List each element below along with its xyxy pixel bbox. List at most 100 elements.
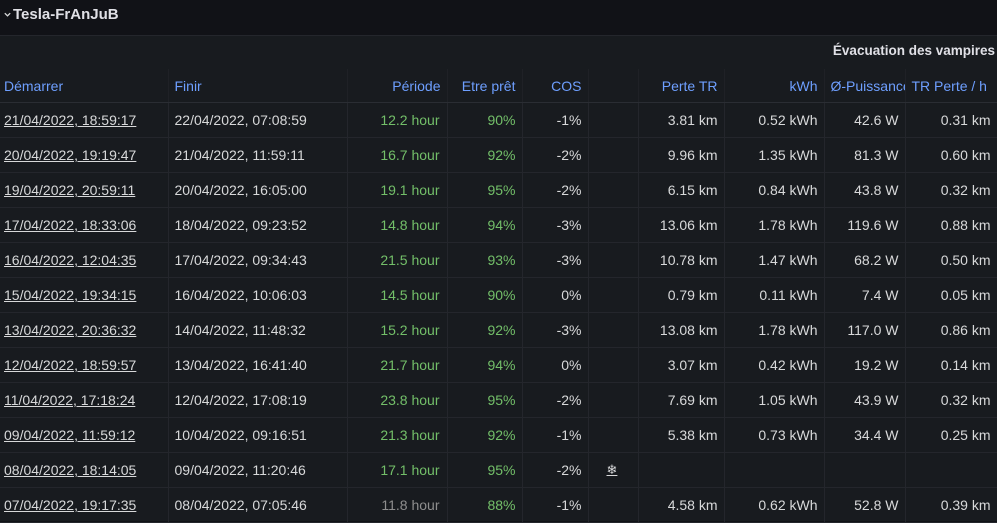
column-header-end[interactable]: Finir [168, 69, 348, 103]
start-cell[interactable]: 16/04/2022, 12:04:35 [0, 242, 169, 278]
cos-cell: -2% [522, 382, 589, 418]
avg-power-cell: 43.8 W [824, 172, 906, 208]
loss-tr-cell: 6.15 km [638, 172, 725, 208]
charging-icon-cell [588, 242, 639, 278]
loss-tr-cell: 13.06 km [638, 207, 725, 243]
chevron-down-icon[interactable] [2, 10, 12, 19]
avg-power-cell: 7.4 W [824, 277, 906, 313]
table-row: 20/04/2022, 19:19:47 21/04/2022, 11:59:11… [0, 137, 997, 173]
loss-tr-cell: 3.81 km [638, 102, 725, 138]
end-cell: 09/04/2022, 11:20:46 [168, 452, 348, 488]
avg-power-cell: 81.3 W [824, 137, 906, 173]
start-cell[interactable]: 11/04/2022, 17:18:24 [0, 382, 169, 418]
start-cell[interactable]: 09/04/2022, 11:59:12 [0, 417, 169, 453]
charging-icon-cell [588, 172, 639, 208]
ready-cell: 92% [447, 137, 523, 173]
loss-tr-cell: 9.96 km [638, 137, 725, 173]
period-cell: 19.1 hour [347, 172, 448, 208]
tr-loss-per-hour-cell: 0.50 km [905, 242, 997, 278]
period-cell: 16.7 hour [347, 137, 448, 173]
kwh-cell: 1.05 kWh [724, 382, 825, 418]
start-cell[interactable]: 12/04/2022, 18:59:57 [0, 347, 169, 383]
table-row: 11/04/2022, 17:18:24 12/04/2022, 17:08:19… [0, 382, 997, 418]
kwh-cell: 0.11 kWh [724, 277, 825, 313]
kwh-cell: 1.78 kWh [724, 207, 825, 243]
tr-loss-per-hour-cell: 0.31 km [905, 102, 997, 138]
kwh-cell: 0.73 kWh [724, 417, 825, 453]
cos-cell: -1% [522, 102, 589, 138]
ready-cell: 95% [447, 172, 523, 208]
end-cell: 10/04/2022, 09:16:51 [168, 417, 348, 453]
table-row: 15/04/2022, 19:34:15 16/04/2022, 10:06:03… [0, 277, 997, 313]
charging-icon-cell [588, 277, 639, 313]
start-cell[interactable]: 17/04/2022, 18:33:06 [0, 207, 169, 243]
loss-tr-cell: 4.58 km [638, 487, 725, 523]
period-cell: 21.5 hour [347, 242, 448, 278]
start-cell[interactable]: 08/04/2022, 18:14:05 [0, 452, 169, 488]
dashboard-row-header[interactable]: Tesla-FrAnJuB [0, 0, 997, 28]
column-header-icon[interactable] [588, 69, 639, 103]
kwh-cell: 1.78 kWh [724, 312, 825, 348]
loss-tr-cell: 5.38 km [638, 417, 725, 453]
cos-cell: 0% [522, 347, 589, 383]
kwh-cell: 1.47 kWh [724, 242, 825, 278]
avg-power-cell: 43.9 W [824, 382, 906, 418]
period-cell: 14.8 hour [347, 207, 448, 243]
start-cell[interactable]: 15/04/2022, 19:34:15 [0, 277, 169, 313]
cos-cell: -2% [522, 172, 589, 208]
ready-cell: 95% [447, 452, 523, 488]
start-cell[interactable]: 21/04/2022, 18:59:17 [0, 102, 169, 138]
period-cell: 12.2 hour [347, 102, 448, 138]
loss-tr-cell: 13.08 km [638, 312, 725, 348]
avg-power-cell [824, 452, 906, 488]
ready-cell: 93% [447, 242, 523, 278]
charging-icon-cell [588, 207, 639, 243]
tr-loss-per-hour-cell: 0.39 km [905, 487, 997, 523]
table-row: 07/04/2022, 19:17:35 08/04/2022, 07:05:46… [0, 487, 997, 523]
row-title[interactable]: Tesla-FrAnJuB [13, 6, 119, 23]
column-header-ready[interactable]: Etre prêt [447, 69, 523, 103]
table-row: 17/04/2022, 18:33:06 18/04/2022, 09:23:52… [0, 207, 997, 243]
period-cell: 15.2 hour [347, 312, 448, 348]
tr-loss-per-hour-cell: 0.05 km [905, 277, 997, 313]
period-cell: 14.5 hour [347, 277, 448, 313]
ready-cell: 90% [447, 277, 523, 313]
cos-cell: -2% [522, 137, 589, 173]
kwh-cell: 0.52 kWh [724, 102, 825, 138]
column-header-avg-power[interactable]: Ø-Puissance [824, 69, 906, 103]
end-cell: 08/04/2022, 07:05:46 [168, 487, 348, 523]
kwh-cell: 1.35 kWh [724, 137, 825, 173]
start-cell[interactable]: 19/04/2022, 20:59:11 [0, 172, 169, 208]
column-header-period[interactable]: Période [347, 69, 448, 103]
tr-loss-per-hour-cell: 0.88 km [905, 207, 997, 243]
table-body: 21/04/2022, 18:59:17 22/04/2022, 07:08:59… [0, 102, 997, 523]
column-header-loss-tr[interactable]: Perte TR [638, 69, 725, 103]
end-cell: 12/04/2022, 17:08:19 [168, 382, 348, 418]
column-header-kwh[interactable]: kWh [724, 69, 825, 103]
start-cell[interactable]: 07/04/2022, 19:17:35 [0, 487, 169, 523]
period-cell: 23.8 hour [347, 382, 448, 418]
snowflake-icon[interactable]: ❄ [588, 452, 639, 488]
column-header-start[interactable]: Démarrer [0, 69, 169, 103]
charging-icon-cell [588, 137, 639, 173]
table-row: 16/04/2022, 12:04:35 17/04/2022, 09:34:43… [0, 242, 997, 278]
table-row: 09/04/2022, 11:59:12 10/04/2022, 09:16:51… [0, 417, 997, 453]
avg-power-cell: 42.6 W [824, 102, 906, 138]
start-cell[interactable]: 13/04/2022, 20:36:32 [0, 312, 169, 348]
column-header-tr-loss-per-hour[interactable]: TR Perte / h [905, 69, 997, 103]
end-cell: 16/04/2022, 10:06:03 [168, 277, 348, 313]
tr-loss-per-hour-cell: 0.32 km [905, 172, 997, 208]
column-header-cos[interactable]: COS [522, 69, 589, 103]
panel-title[interactable]: Évacuation des vampires [833, 43, 995, 58]
start-cell[interactable]: 20/04/2022, 19:19:47 [0, 137, 169, 173]
loss-tr-cell [638, 452, 725, 488]
cos-cell: -3% [522, 207, 589, 243]
avg-power-cell: 19.2 W [824, 347, 906, 383]
period-cell: 21.7 hour [347, 347, 448, 383]
kwh-cell: 0.84 kWh [724, 172, 825, 208]
table-row: 12/04/2022, 18:59:57 13/04/2022, 16:41:40… [0, 347, 997, 383]
end-cell: 14/04/2022, 11:48:32 [168, 312, 348, 348]
cos-cell: -2% [522, 452, 589, 488]
loss-tr-cell: 0.79 km [638, 277, 725, 313]
cos-cell: 0% [522, 277, 589, 313]
